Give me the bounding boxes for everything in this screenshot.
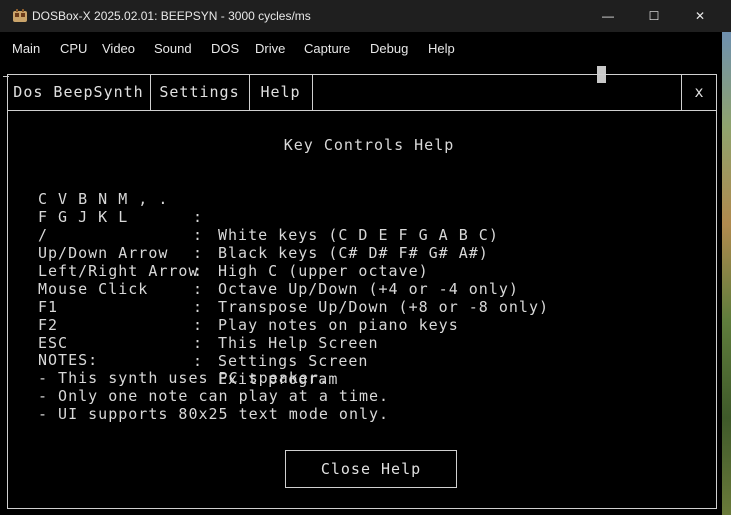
menu-dos[interactable]: DOS [211,41,239,56]
control-row: F G J K L : Black keys (C# D# F# G# A#) [38,190,488,262]
control-description: Transpose Up/Down (+8 or -8 only) [218,298,550,316]
control-separator: : [193,352,204,370]
menu-help[interactable]: Help [428,41,455,56]
control-description: High C (upper octave) [218,262,429,280]
control-description: Settings Screen [218,352,369,370]
control-separator: : [193,334,204,352]
maximize-button[interactable]: ☐ [631,0,677,32]
control-row: F2 : Settings Screen [38,298,367,370]
control-row: / : High C (upper octave) [38,208,428,280]
control-row: F1 : This Help Screen [38,280,378,352]
close-help-button[interactable]: Close Help [285,450,457,488]
menu-main[interactable]: Main [12,41,40,56]
menu-debug[interactable]: Debug [370,41,408,56]
control-separator: : [193,280,204,298]
control-row: ESC : Exit program [38,316,337,388]
control-separator: : [193,226,204,244]
title-bar[interactable]: DOSBox-X 2025.02.01: BEEPSYN - 3000 cycl… [0,0,731,32]
control-separator: : [193,244,204,262]
tab-help[interactable]: Help [249,74,313,110]
app-close-button[interactable]: x [681,74,716,110]
note-line: - UI supports 80x25 text mode only. [38,405,390,423]
menu-cpu[interactable]: CPU [60,41,87,56]
menu-video[interactable]: Video [102,41,135,56]
menu-drive[interactable]: Drive [255,41,285,56]
control-description: This Help Screen [218,334,379,352]
help-heading: Key Controls Help [283,136,455,154]
menu-sound[interactable]: Sound [154,41,192,56]
note-line: - This synth uses PC speaker. [38,369,329,387]
control-row: Left/Right Arrow : Transpose Up/Down (+8… [38,244,548,316]
tab-settings[interactable]: Settings [150,74,250,110]
control-row: Mouse Click : Play notes on piano keys [38,262,458,334]
control-description: Black keys (C# D# F# G# A#) [218,244,489,262]
window-close-button[interactable]: ✕ [677,0,723,32]
control-separator: : [193,208,204,226]
tab-dos-beepsynth[interactable]: Dos BeepSynth [7,74,151,110]
notes-title: NOTES: [38,351,99,369]
desktop-wallpaper [722,30,731,515]
menu-capture[interactable]: Capture [304,41,350,56]
window-title: DOSBox-X 2025.02.01: BEEPSYN - 3000 cycl… [32,9,311,23]
control-description: Play notes on piano keys [218,316,459,334]
dosbox-app-icon [12,8,28,24]
control-row: Up/Down Arrow : Octave Up/Down (+4 or -4… [38,226,518,298]
control-description: Octave Up/Down (+4 or -4 only) [218,280,519,298]
control-separator: : [193,316,204,334]
menu-bar: Main CPU Video Sound DOS Drive Capture D… [0,32,722,64]
control-row: C V B N M , . : White keys (C D E F G A … [38,172,498,244]
minimize-button[interactable]: — [585,0,631,32]
dosbox-window: DOSBox-X 2025.02.01: BEEPSYN - 3000 cycl… [0,0,731,515]
control-key: ESC [38,334,69,352]
app-tab-bar: Dos BeepSynth Settings Help x [7,74,717,111]
control-description: White keys (C D E F G A B C) [218,226,499,244]
control-separator: : [193,298,204,316]
note-line: - Only one note can play at a time. [38,387,390,405]
dos-screen[interactable]: Dos BeepSynth Settings Help x Key Contro… [0,64,722,515]
